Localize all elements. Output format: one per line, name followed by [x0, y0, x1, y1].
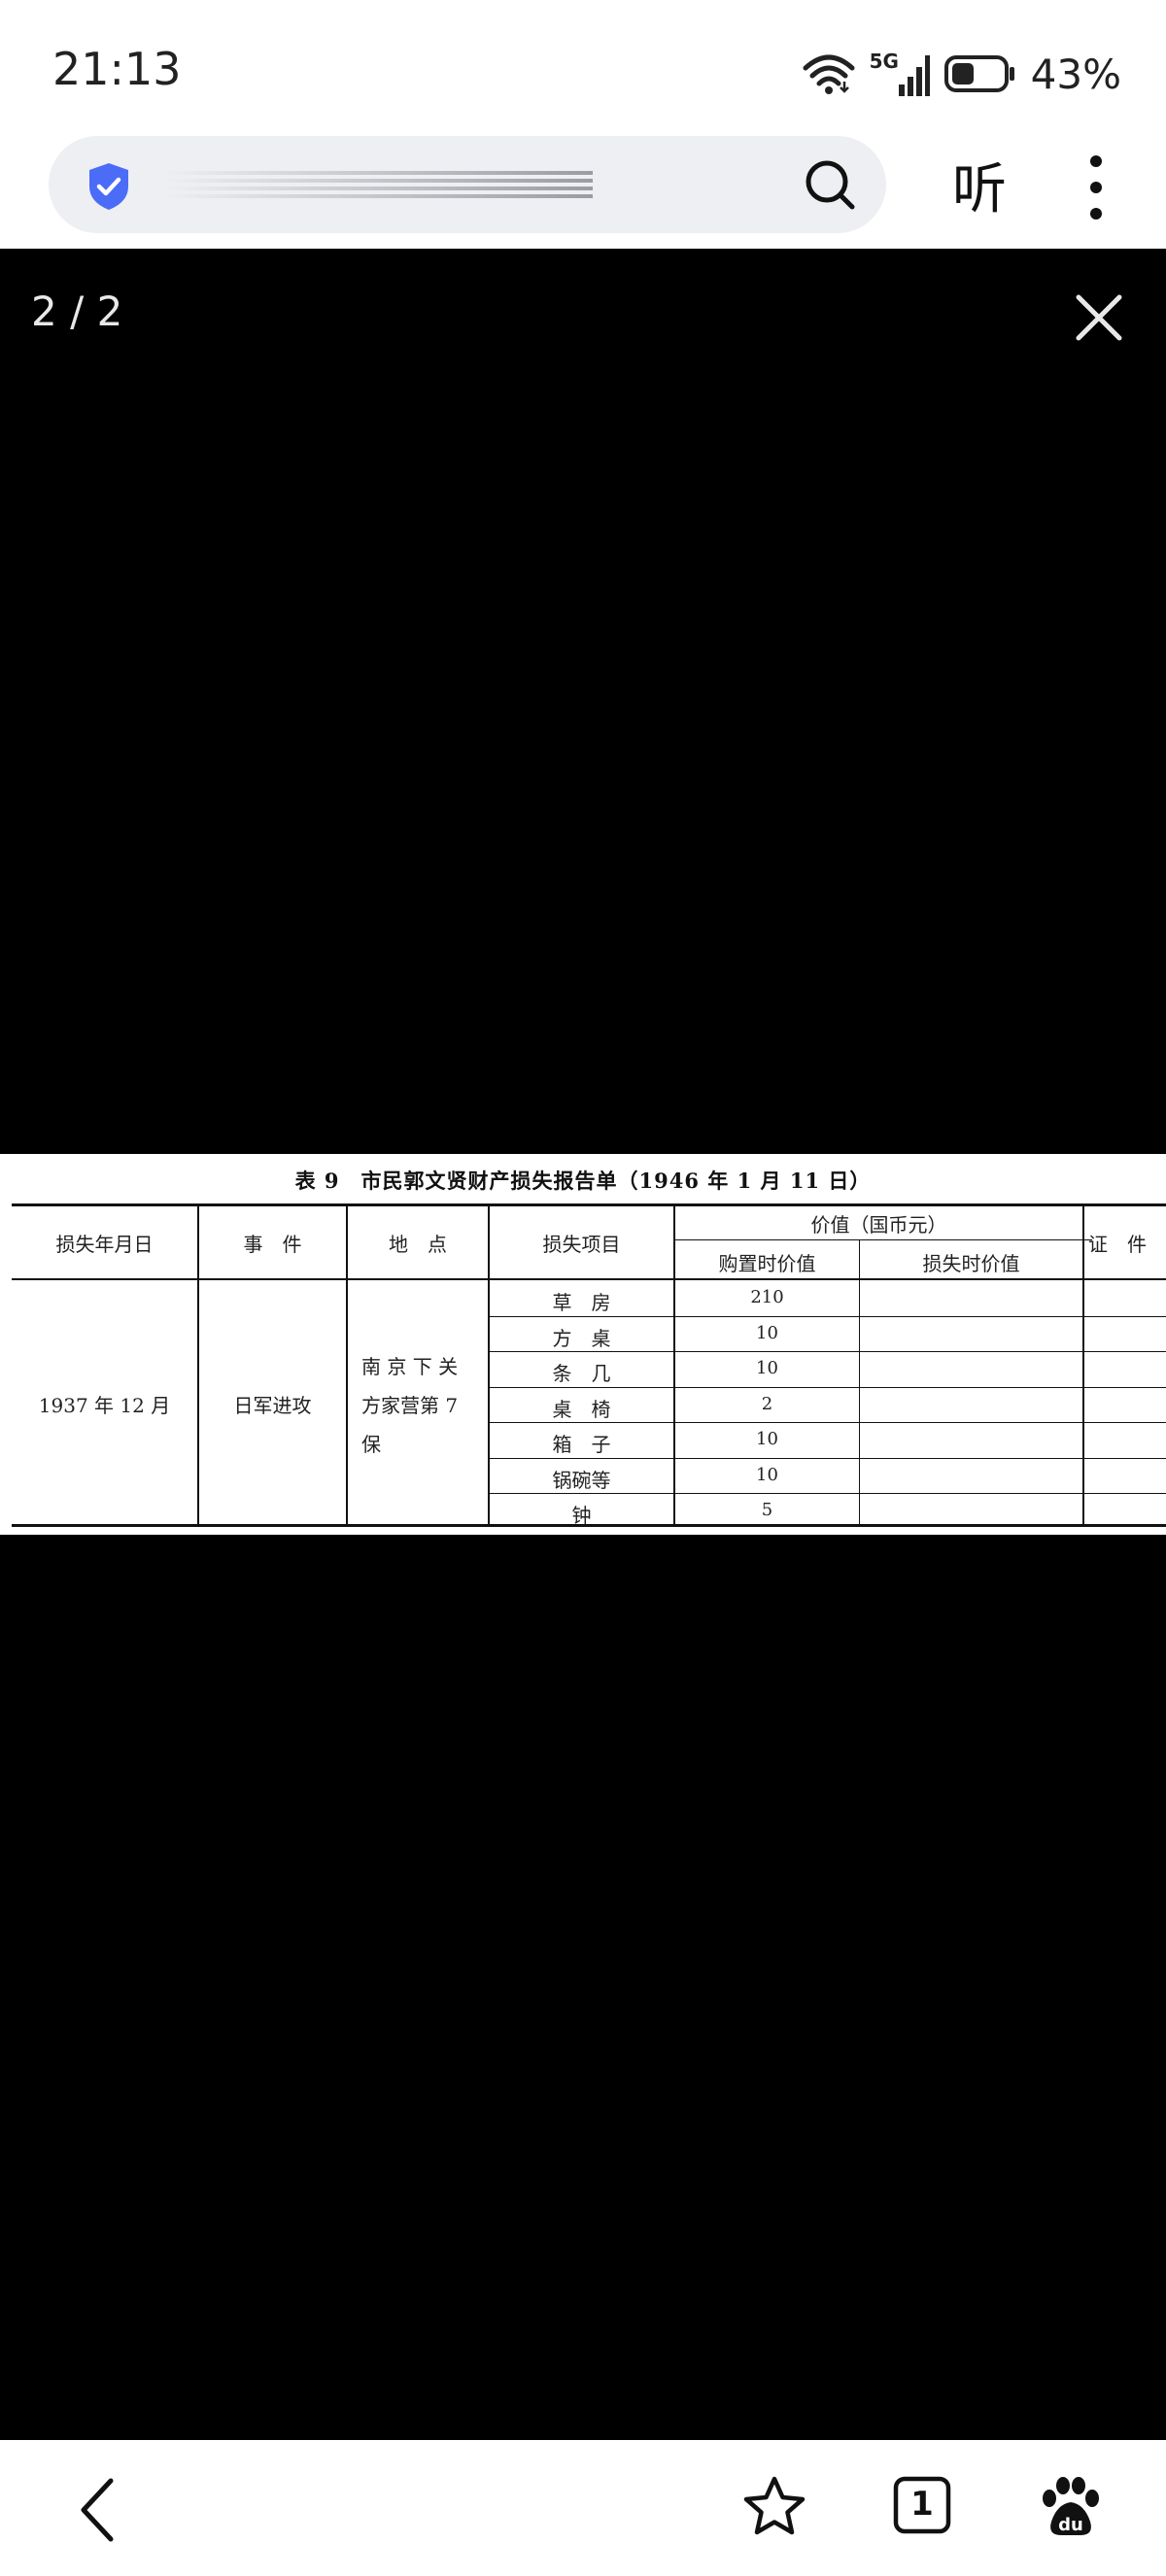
place-line-3: 保: [361, 1433, 381, 1456]
col-divider-6: [1082, 1203, 1084, 1527]
status-icons: 5G 43%: [802, 45, 1121, 103]
header-loss-value: 损失时价值: [922, 1252, 1020, 1275]
row-item: 钟: [571, 1504, 592, 1527]
shield-check-icon: [89, 163, 128, 210]
row-item: 草 房: [552, 1291, 611, 1314]
col-divider-5: [859, 1239, 860, 1527]
header-evidence: 证 件: [1088, 1233, 1147, 1256]
header-purchase-value: 购置时价值: [718, 1252, 816, 1275]
row-divider: [488, 1387, 1166, 1388]
listen-button[interactable]: 听: [952, 146, 1007, 224]
row-divider: [488, 1493, 1166, 1494]
baidu-paw-icon[interactable]: du: [1040, 2475, 1102, 2539]
status-bar: 21:13 5G 43%: [0, 0, 1166, 136]
row-divider: [488, 1316, 1166, 1317]
row-purchase-value: 10: [756, 1429, 778, 1449]
header-value: 价值（国币元）: [810, 1213, 947, 1237]
row-purchase-value: 5: [761, 1500, 773, 1520]
row-purchase-value: 2: [761, 1394, 773, 1414]
more-vertical-icon[interactable]: [1077, 153, 1115, 221]
loss-event: 日军进攻: [233, 1394, 312, 1417]
svg-text:du: du: [1058, 2515, 1083, 2535]
search-icon[interactable]: [803, 157, 857, 212]
cellular-signal: 5G: [870, 50, 930, 98]
row-divider: [488, 1458, 1166, 1459]
browser-toolbar: 听: [0, 136, 1166, 249]
table-border-top: [12, 1203, 1166, 1206]
row-item: 锅碗等: [552, 1469, 611, 1492]
battery-percent: 43%: [1030, 50, 1121, 98]
signal-icon: [898, 55, 930, 96]
wifi-icon: [803, 54, 855, 94]
tabs-button[interactable]: 1: [892, 2475, 952, 2535]
loss-report-table: 损失年月日 事 件 地 点 损失项目 价值（国币元） 购置时价值 损失时价值 证…: [12, 1203, 1166, 1527]
row-divider: [488, 1422, 1166, 1423]
document-image[interactable]: 表 9 市民郭文贤财产损失报告单（1946 年 1 月 11 日） 损失年月日 …: [0, 1154, 1166, 1535]
favorite-star-icon[interactable]: [742, 2475, 806, 2539]
header-date: 损失年月日: [55, 1233, 154, 1256]
row-divider: [488, 1351, 1166, 1352]
table-header-divider: [12, 1278, 1166, 1280]
place-line-2: 方家营第 7: [361, 1394, 459, 1417]
document-title: 表 9 市民郭文贤财产损失报告单（1946 年 1 月 11 日）: [294, 1169, 872, 1193]
tab-count: 1: [910, 2485, 934, 2524]
row-purchase-value: 10: [756, 1465, 778, 1485]
row-purchase-value: 10: [756, 1358, 778, 1378]
place-line-1: 南 京 下 关: [361, 1355, 459, 1378]
row-item: 箱 子: [552, 1433, 611, 1456]
back-icon[interactable]: [74, 2475, 122, 2545]
row-item: 方 桌: [552, 1327, 611, 1350]
value-subheader-divider: [674, 1239, 1092, 1240]
close-icon[interactable]: [1073, 291, 1125, 344]
header-event: 事 件: [243, 1233, 302, 1256]
address-bar[interactable]: [49, 136, 886, 233]
header-item: 损失项目: [542, 1233, 621, 1256]
loss-date: 1937 年 12 月: [38, 1394, 171, 1417]
battery-icon: [943, 55, 1014, 92]
row-purchase-value: 10: [756, 1323, 778, 1343]
header-place: 地 点: [389, 1233, 447, 1256]
row-item: 条 几: [552, 1362, 611, 1385]
row-item: 桌 椅: [552, 1398, 611, 1421]
image-viewer[interactable]: 2 / 2 表 9 市民郭文贤财产损失报告单（1946 年 1 月 11 日） …: [0, 249, 1166, 2440]
page-counter: 2 / 2: [31, 288, 123, 335]
row-purchase-value: 210: [750, 1287, 784, 1307]
url-text-blurred: [165, 171, 593, 198]
status-time: 21:13: [52, 43, 182, 95]
bottom-nav: 1 du: [0, 2440, 1166, 2576]
